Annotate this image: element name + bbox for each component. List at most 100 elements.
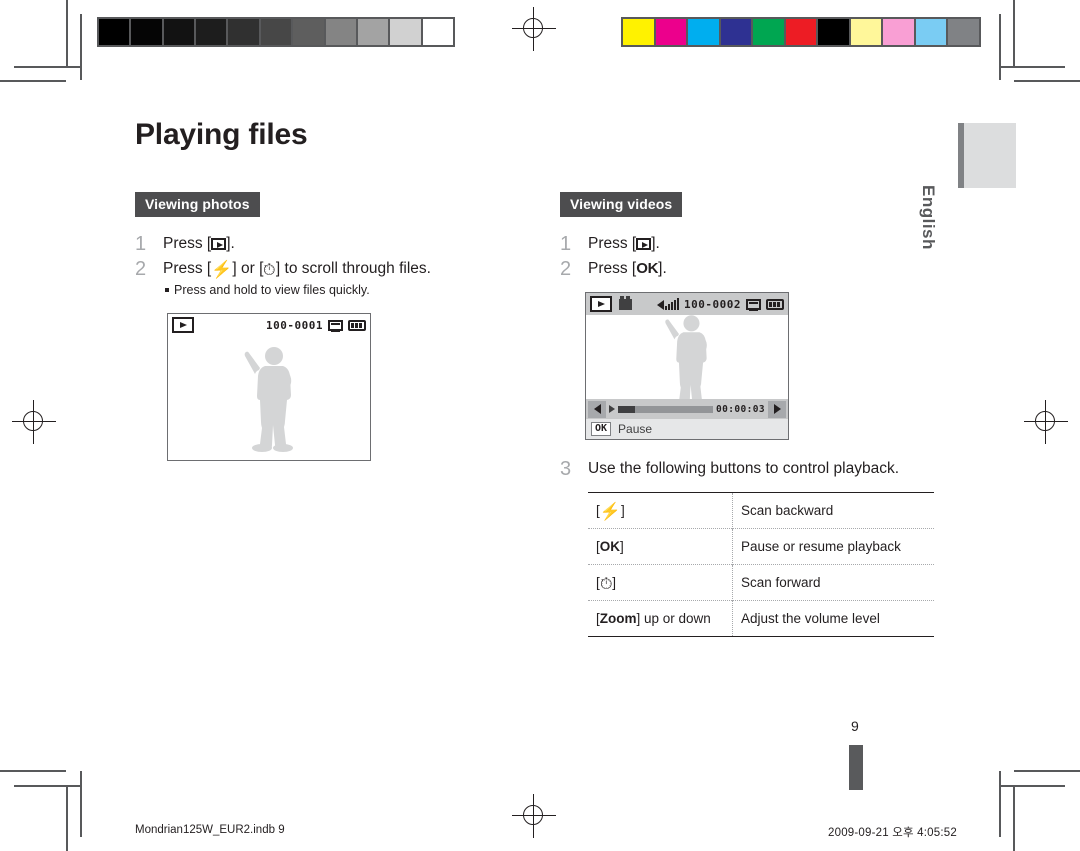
playback-controls-table: [⚡] Scan backward [OK] Pause or resume p… [588,492,934,637]
registration-mark-left [12,400,56,444]
step-item: 2 Press [OK]. [560,258,955,280]
calibration-swatch [390,19,421,45]
video-transport-bar: 00:00:03 [586,399,788,419]
crop-line [1013,785,1015,851]
table-cell-key: [OK] [588,528,733,565]
calibration-swatch [325,19,356,45]
calibration-swatch [260,19,292,45]
step-text-before: Press [ [163,235,212,252]
calibration-swatch [357,19,389,45]
step-number: 2 [135,258,147,280]
key-bracket-close: ] up or down [636,611,711,626]
video-playback-screen: 100-0002 00:00:03 OK Pause [585,292,789,440]
registration-mark-bottom [512,794,556,838]
step-text-before: Press [ [588,235,637,252]
lcd-status-bar: 100-0001 [168,314,370,336]
ok-key-chip: OK [591,422,612,436]
calibration-swatch [850,19,882,45]
page-number: 9 [851,718,859,734]
memory-card-icon [746,298,761,311]
memory-card-icon [328,319,343,332]
play-mode-icon [590,296,612,312]
step-text: Press []. [163,233,535,255]
step-text-after: ] to scroll through files. [275,260,431,277]
zoom-button-label: Zoom [599,611,637,626]
table-cell-description: Scan backward [741,503,834,518]
footer-timestamp: 2009-09-21 오후 4:05:52 [828,827,957,839]
photo-steps-list: 1 Press []. 2 Press [⚡] or [⏱] to scroll… [135,233,535,299]
footer-filename: Mondrian125W_EUR2.indb 9 [135,824,285,836]
step-item: 2 Press [⚡] or [⏱] to scroll through fil… [135,258,535,299]
table-row: [⏱] Scan forward [588,564,934,601]
crop-line [0,770,66,772]
table-cell-key: [⏱] [588,564,733,601]
calibration-swatch [228,19,259,45]
step-item: 3 Use the following buttons to control p… [560,458,955,480]
play-button-icon [211,238,227,250]
page-title: Playing files [135,118,308,151]
step-text-mid: ] or [ [232,260,264,277]
calibration-swatch [655,19,687,45]
calibration-swatch [623,19,654,45]
person-silhouette-illustration [665,315,709,409]
step-text: Press []. [588,233,955,255]
video-progress-track[interactable] [618,405,714,413]
viewing-videos-section: Viewing videos 1 Press []. 2 Press [OK]. [560,192,955,637]
movie-clip-icon [619,295,632,310]
crop-line [1014,80,1080,82]
ok-button-label: OK [599,539,621,554]
viewing-photos-section: Viewing photos 1 Press []. 2 Press [⚡] o… [135,192,535,461]
step-note: Press and hold to view files quickly. [163,281,535,299]
photo-playback-screen: 100-0001 [167,313,371,461]
section-heading-viewing-videos: Viewing videos [560,192,683,217]
crop-line [80,771,82,837]
step-item: 1 Press []. [560,233,955,255]
play-mode-icon [172,317,194,333]
language-tab-label: English [919,185,938,250]
calibration-swatch [720,19,752,45]
section-heading-viewing-photos: Viewing photos [135,192,260,217]
rewind-button-icon[interactable] [588,400,606,418]
calibration-swatch [915,19,947,45]
video-step-3-group: 3 Use the following buttons to control p… [560,458,955,480]
crop-line [14,785,80,787]
battery-icon [348,319,366,331]
step-number: 3 [560,458,572,480]
step-number: 1 [135,233,147,255]
crop-line [0,80,66,82]
table-row: [Zoom] up or down Adjust the volume leve… [588,600,934,637]
calibration-swatch [883,19,914,45]
status-action-label: Pause [618,422,653,436]
step-number: 1 [560,233,572,255]
key-bracket-close: ] [620,539,624,554]
video-status-bar: OK Pause [586,419,788,439]
calibration-swatch [785,19,817,45]
fast-forward-button-icon[interactable] [768,400,786,418]
play-button-icon [636,238,652,250]
video-steps-list: 1 Press []. 2 Press [OK]. [560,233,955,280]
table-cell-description: Adjust the volume level [741,611,880,626]
crop-line [66,0,68,66]
crop-line [999,771,1001,837]
elapsed-time-label: 00:00:03 [716,403,765,415]
ok-button-label: OK [636,260,659,277]
calibration-swatch [163,19,195,45]
crop-line [66,785,68,851]
step-number: 2 [560,258,572,280]
step-text-after: ]. [651,235,660,252]
step-text: Use the following buttons to control pla… [588,460,900,477]
play-small-icon [609,405,615,413]
page-number-rule [849,745,863,790]
registration-mark-right [1024,400,1068,444]
crop-line [999,14,1001,80]
person-silhouette-illustration [244,347,293,452]
color-calibration-strip [621,17,981,47]
calibration-swatch [196,19,227,45]
registration-mark-top [512,7,556,51]
step-text-after: ]. [226,235,235,252]
table-row: [OK] Pause or resume playback [588,528,934,565]
step-text: Press [OK]. [588,258,955,280]
calibration-swatch [948,19,980,45]
step-text-before: Press [ [588,260,637,277]
key-bracket-close: ] [620,503,625,518]
